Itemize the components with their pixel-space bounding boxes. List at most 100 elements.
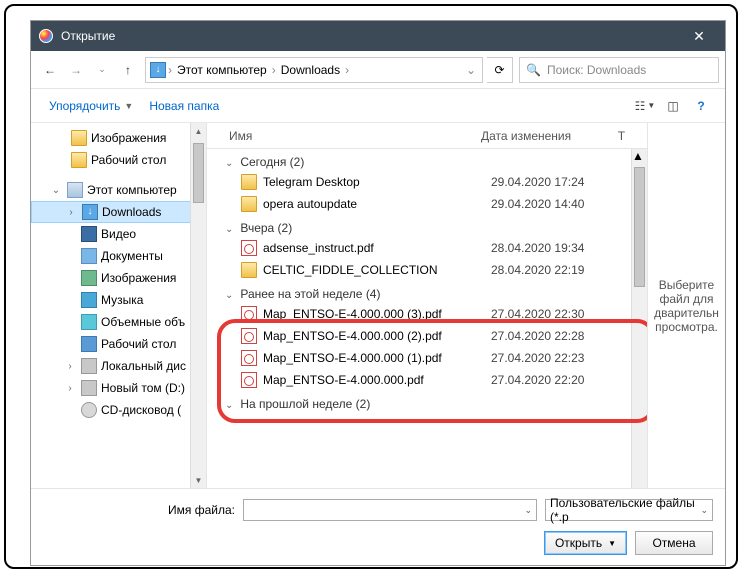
filename-label: Имя файла: [43, 503, 243, 517]
title-bar: Открытие ✕ [31, 21, 725, 51]
filename-input[interactable]: ⌄ [243, 499, 537, 521]
tree-label: Новый том (D:) [101, 381, 185, 395]
file-icon [241, 350, 257, 366]
file-row[interactable]: Map_ENTSO-E-4.000.000 (1).pdf27.04.2020 … [207, 347, 647, 369]
window-title: Открытие [61, 29, 681, 43]
scroll-up-icon[interactable]: ▲ [632, 149, 647, 163]
tree-item[interactable]: Изображения [31, 267, 206, 289]
tree-item[interactable]: ›Новый том (D:) [31, 377, 206, 399]
folder-icon [81, 358, 97, 374]
folder-icon [81, 336, 97, 352]
file-icon [241, 372, 257, 388]
close-button[interactable]: ✕ [681, 28, 717, 45]
col-name[interactable]: Имя [207, 129, 481, 143]
group-header[interactable]: ⌄ Сегодня (2) [207, 149, 647, 171]
file-icon [241, 306, 257, 322]
list-scrollbar[interactable]: ▲ ▼ [631, 149, 647, 488]
tree-label: Локальный дис [101, 359, 186, 373]
tree-item[interactable]: Рабочий стол [31, 149, 206, 171]
nav-row: ← → ⌄ ↑ › Этот компьютер › Downloads › ⌄… [31, 51, 725, 89]
back-button[interactable]: ← [37, 57, 63, 83]
toolbar: Упорядочить▼ Новая папка ☷ ▼ ◫ ? [31, 89, 725, 123]
file-icon [241, 174, 257, 190]
new-folder-button[interactable]: Новая папка [141, 95, 227, 117]
file-row[interactable]: CELTIC_FIDDLE_COLLECTION28.04.2020 22:19… [207, 259, 647, 281]
file-name: Map_ENTSO-E-4.000.000 (1).pdf [263, 351, 491, 365]
group-header[interactable]: ⌄ Вчера (2) [207, 215, 647, 237]
tree-item[interactable]: ›Локальный дис [31, 355, 206, 377]
address-dropdown-icon[interactable]: ⌄ [464, 63, 478, 77]
scroll-thumb[interactable] [634, 167, 645, 287]
file-date: 29.04.2020 17:24 [491, 175, 631, 189]
tree-label: Рабочий стол [101, 337, 176, 351]
file-row[interactable]: adsense_instruct.pdf28.04.2020 19:34A [207, 237, 647, 259]
list-header[interactable]: Имя Дата изменения Т [207, 123, 647, 149]
tree-label: Музыка [101, 293, 143, 307]
file-row[interactable]: opera autoupdate29.04.2020 14:40П [207, 193, 647, 215]
tree-item[interactable]: ›Downloads [31, 201, 206, 223]
tree-label: Видео [101, 227, 136, 241]
col-type[interactable]: Т [618, 129, 647, 143]
address-bar[interactable]: › Этот компьютер › Downloads › ⌄ [145, 57, 483, 83]
downloads-icon [150, 62, 166, 78]
file-row[interactable]: Map_ENTSO-E-4.000.000 (2).pdf27.04.2020 … [207, 325, 647, 347]
recent-dropdown[interactable]: ⌄ [89, 57, 115, 83]
filetype-dropdown[interactable]: Пользовательские файлы (*.p⌄ [545, 499, 713, 521]
scroll-thumb[interactable] [193, 143, 204, 203]
scroll-up-icon[interactable]: ▲ [191, 123, 206, 139]
help-button[interactable]: ? [687, 94, 715, 118]
folder-icon [81, 402, 97, 418]
tree-item[interactable]: Изображения [31, 127, 206, 149]
file-name: adsense_instruct.pdf [263, 241, 491, 255]
refresh-button[interactable]: ⟳ [487, 57, 513, 83]
tree-item[interactable]: Музыка [31, 289, 206, 311]
search-input[interactable]: 🔍 Поиск: Downloads [519, 57, 719, 83]
folder-icon [71, 130, 87, 146]
file-list: Имя Дата изменения Т ⌄ Сегодня (2)Telegr… [207, 123, 647, 488]
folder-icon [81, 270, 97, 286]
folder-icon [71, 152, 87, 168]
file-row[interactable]: Map_ENTSO-E-4.000.000.pdf27.04.2020 22:2… [207, 369, 647, 391]
col-date[interactable]: Дата изменения [481, 129, 618, 143]
view-mode-button[interactable]: ☷ ▼ [631, 94, 659, 118]
tree-item[interactable]: ⌄Этот компьютер [31, 179, 206, 201]
tree-item[interactable]: Документы [31, 245, 206, 267]
cancel-button[interactable]: Отмена [635, 531, 713, 555]
file-date: 27.04.2020 22:28 [491, 329, 631, 343]
tree-item[interactable]: Видео [31, 223, 206, 245]
group-header[interactable]: ⌄ На прошлой неделе (2) [207, 391, 647, 413]
tree-item[interactable]: CD-дисковод ( [31, 399, 206, 421]
preview-pane-button[interactable]: ◫ [659, 94, 687, 118]
folder-icon [81, 248, 97, 264]
file-icon [241, 262, 257, 278]
up-button[interactable]: ↑ [115, 57, 141, 83]
folder-icon [82, 204, 98, 220]
folder-icon [81, 292, 97, 308]
file-date: 28.04.2020 22:19 [491, 263, 631, 277]
scroll-down-icon[interactable]: ▼ [191, 472, 206, 488]
file-date: 27.04.2020 22:23 [491, 351, 631, 365]
tree-label: Изображения [91, 131, 166, 145]
file-row[interactable]: Telegram Desktop29.04.2020 17:24П [207, 171, 647, 193]
folder-icon [67, 182, 83, 198]
forward-button[interactable]: → [63, 57, 89, 83]
folder-tree[interactable]: ▲ ▼ Изображения Рабочий стол ⌄Этот компьют… [31, 123, 207, 488]
tree-scrollbar[interactable]: ▲ ▼ [190, 123, 206, 488]
footer: Имя файла: ⌄ Пользовательские файлы (*.p… [31, 488, 725, 565]
chrome-icon [39, 29, 53, 43]
search-placeholder: Поиск: Downloads [547, 63, 646, 77]
tree-label: Изображения [101, 271, 176, 285]
breadcrumb-root[interactable]: Этот компьютер [174, 63, 270, 77]
file-name: Telegram Desktop [263, 175, 491, 189]
breadcrumb-folder[interactable]: Downloads [278, 63, 343, 77]
tree-item[interactable]: Объемные объ [31, 311, 206, 333]
file-row[interactable]: Map_ENTSO-E-4.000.000 (3).pdf27.04.2020 … [207, 303, 647, 325]
group-header[interactable]: ⌄ Ранее на этой неделе (4) [207, 281, 647, 303]
tree-item[interactable]: Рабочий стол [31, 333, 206, 355]
folder-icon [81, 380, 97, 396]
folder-icon [81, 226, 97, 242]
open-button[interactable]: Открыть ▼ [544, 531, 627, 555]
file-date: 29.04.2020 14:40 [491, 197, 631, 211]
file-name: Map_ENTSO-E-4.000.000 (2).pdf [263, 329, 491, 343]
organize-button[interactable]: Упорядочить▼ [41, 95, 141, 117]
